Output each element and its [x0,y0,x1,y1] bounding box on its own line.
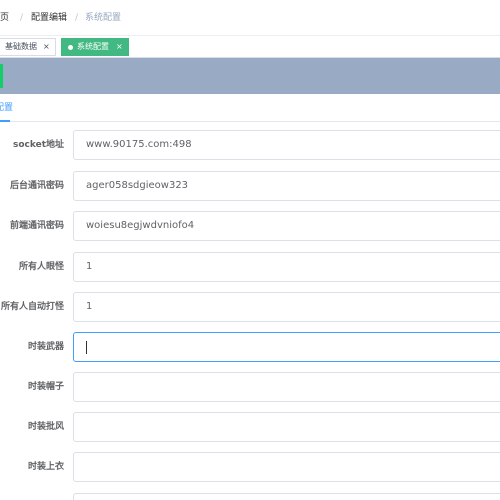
tag-system-config[interactable]: 系统配置 × [61,38,129,56]
field-label: 后台通讯密码 [9,181,64,191]
close-icon[interactable]: × [43,39,50,55]
form-row-all-eye-monster: 所有人眼怪 1 [0,252,500,282]
frontend-password-input[interactable]: woiesu8egjwdvniofo4 [73,211,500,241]
field-label: 前端通讯密码 [9,221,64,231]
fashion-top-input[interactable] [73,452,500,482]
form-row-socket: socket地址 www.90175.com:498 [0,130,500,160]
tab-config[interactable]: 配置 [0,102,13,114]
tab-active-indicator [0,120,10,122]
field-label: 时装武器 [27,342,64,352]
form-row-frontend-password: 前端通讯密码 woiesu8egjwdvniofo4 [0,211,500,241]
form-row-auto-fight: 所有人自动打怪 1 [0,292,500,322]
input-value: 1 [86,261,93,272]
form-row-next [0,493,500,500]
breadcrumb: 首页 / 配置编辑 / 系统配置 [0,0,500,36]
field-label: socket地址 [12,140,64,150]
fashion-hat-input[interactable] [73,372,500,402]
banner-accent-bar [0,64,3,88]
form-row-fashion-cloak: 时装批风 [0,412,500,442]
backend-password-input[interactable]: ager058sdgieow323 [73,171,500,201]
auto-fight-input[interactable]: 1 [73,292,500,322]
breadcrumb-config-edit[interactable]: 配置编辑 [31,12,67,24]
next-field-input[interactable] [73,493,500,500]
input-value: ager058sdgieow323 [86,180,189,191]
field-label: 所有人眼怪 [18,262,64,272]
form-row-backend-password: 后台通讯密码 ager058sdgieow323 [0,171,500,201]
input-value: woiesu8egjwdvniofo4 [86,220,195,231]
input-value: 1 [86,301,93,312]
all-eye-monster-input[interactable]: 1 [73,252,500,282]
form-row-fashion-hat: 时装帽子 [0,372,500,402]
tag-label: 基础数据 [5,42,37,51]
tags-view-bar: 基础数据 × 系统配置 × [0,36,500,58]
form-row-fashion-weapon: 时装武器 [0,332,500,362]
tag-basic-data[interactable]: 基础数据 × [0,38,56,56]
breadcrumb-home[interactable]: 首页 [0,12,9,24]
field-label: 时装帽子 [27,382,64,392]
text-caret [86,341,87,354]
input-value: www.90175.com:498 [86,139,192,150]
breadcrumb-separator: / [20,13,24,23]
tag-label: 系统配置 [77,42,109,51]
field-label: 时装批风 [27,422,64,432]
fashion-weapon-input[interactable] [73,332,500,362]
config-tabs: 配置 [0,94,500,122]
header-banner [0,58,500,94]
field-label: 时装上衣 [27,462,64,472]
active-dot-icon [68,45,73,50]
breadcrumb-separator: / [75,13,79,23]
breadcrumb-current: 系统配置 [85,13,122,23]
socket-address-input[interactable]: www.90175.com:498 [73,130,500,160]
form-row-fashion-top: 时装上衣 [0,452,500,482]
field-label: 所有人自动打怪 [0,302,64,312]
close-icon[interactable]: × [116,39,123,55]
fashion-cloak-input[interactable] [73,412,500,442]
